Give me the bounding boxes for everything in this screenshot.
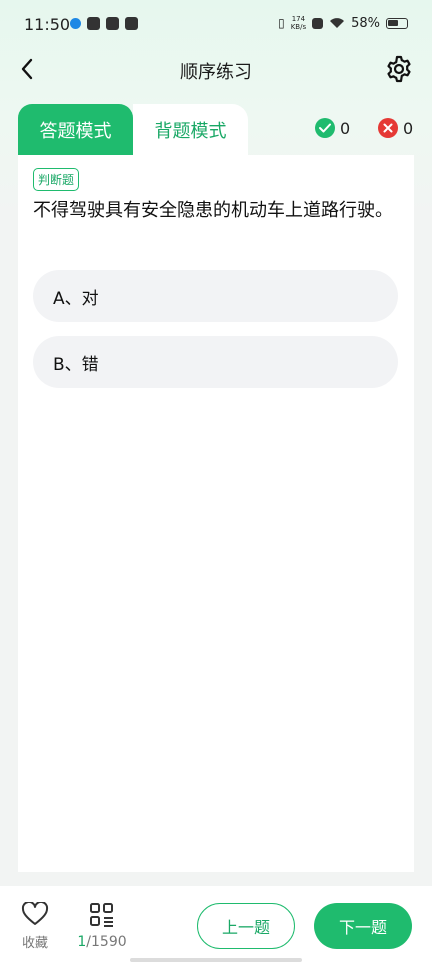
correct-count: 0	[315, 118, 350, 138]
option-b[interactable]: B、错	[33, 336, 398, 388]
progress-indicator: 1/1590	[72, 934, 132, 950]
wrong-count-value: 0	[403, 118, 414, 138]
grid-icon	[90, 903, 113, 927]
status-right: ▯ 174 KB/s 58%	[278, 15, 408, 31]
wifi-icon	[330, 18, 345, 28]
prev-question-button[interactable]: 上一题	[197, 903, 295, 949]
question-text: 不得驾驶具有安全隐患的机动车上道路行驶。	[33, 200, 393, 221]
gear-icon	[387, 55, 411, 83]
question-type-badge: 判断题	[33, 168, 80, 191]
correct-count-value: 0	[340, 118, 351, 138]
tab-memorize-mode[interactable]: 背题模式	[133, 104, 248, 156]
link-icon	[106, 17, 119, 30]
header: 顺序练习	[0, 50, 432, 90]
no-sim-icon	[312, 17, 324, 29]
mail-icon	[87, 17, 100, 30]
app-notification-icon	[70, 18, 81, 29]
question-card: 判断题 不得驾驶具有安全隐患的机动车上道路行驶。 A、对 B、错	[18, 155, 414, 872]
heart-icon	[21, 900, 49, 925]
mode-tabs: 答题模式 背题模式	[18, 104, 248, 156]
status-time: 11:50	[24, 15, 71, 34]
battery-icon	[386, 17, 408, 29]
vibrate-icon: ▯	[278, 16, 285, 30]
net-speed-unit: KB/s	[290, 23, 307, 31]
favorite-label: 收藏	[21, 936, 48, 951]
question-list-button[interactable]: 1/1590	[72, 902, 132, 950]
progress-total: /1590	[86, 934, 127, 950]
wrong-count: 0	[378, 118, 413, 138]
option-a[interactable]: A、对	[33, 270, 398, 322]
check-icon	[315, 118, 335, 138]
notification-icons	[70, 17, 138, 30]
settings-button[interactable]	[384, 54, 414, 84]
page-title: 顺序练习	[180, 62, 252, 83]
net-speed-value: 174	[291, 15, 306, 23]
favorite-button[interactable]: 收藏	[18, 900, 52, 951]
progress-current: 1	[77, 934, 87, 950]
bottom-bar: 收藏 1/1590 上一题 下一题	[0, 886, 432, 964]
battery-percent: 58%	[351, 15, 380, 31]
cross-icon	[378, 118, 398, 138]
tab-answer-mode[interactable]: 答题模式	[18, 104, 133, 156]
home-indicator[interactable]	[130, 958, 302, 962]
play-icon	[125, 17, 138, 30]
next-question-button[interactable]: 下一题	[314, 903, 412, 949]
net-speed: 174 KB/s	[291, 15, 306, 31]
status-bar: 11:50 ▯ 174 KB/s 58%	[0, 0, 432, 50]
